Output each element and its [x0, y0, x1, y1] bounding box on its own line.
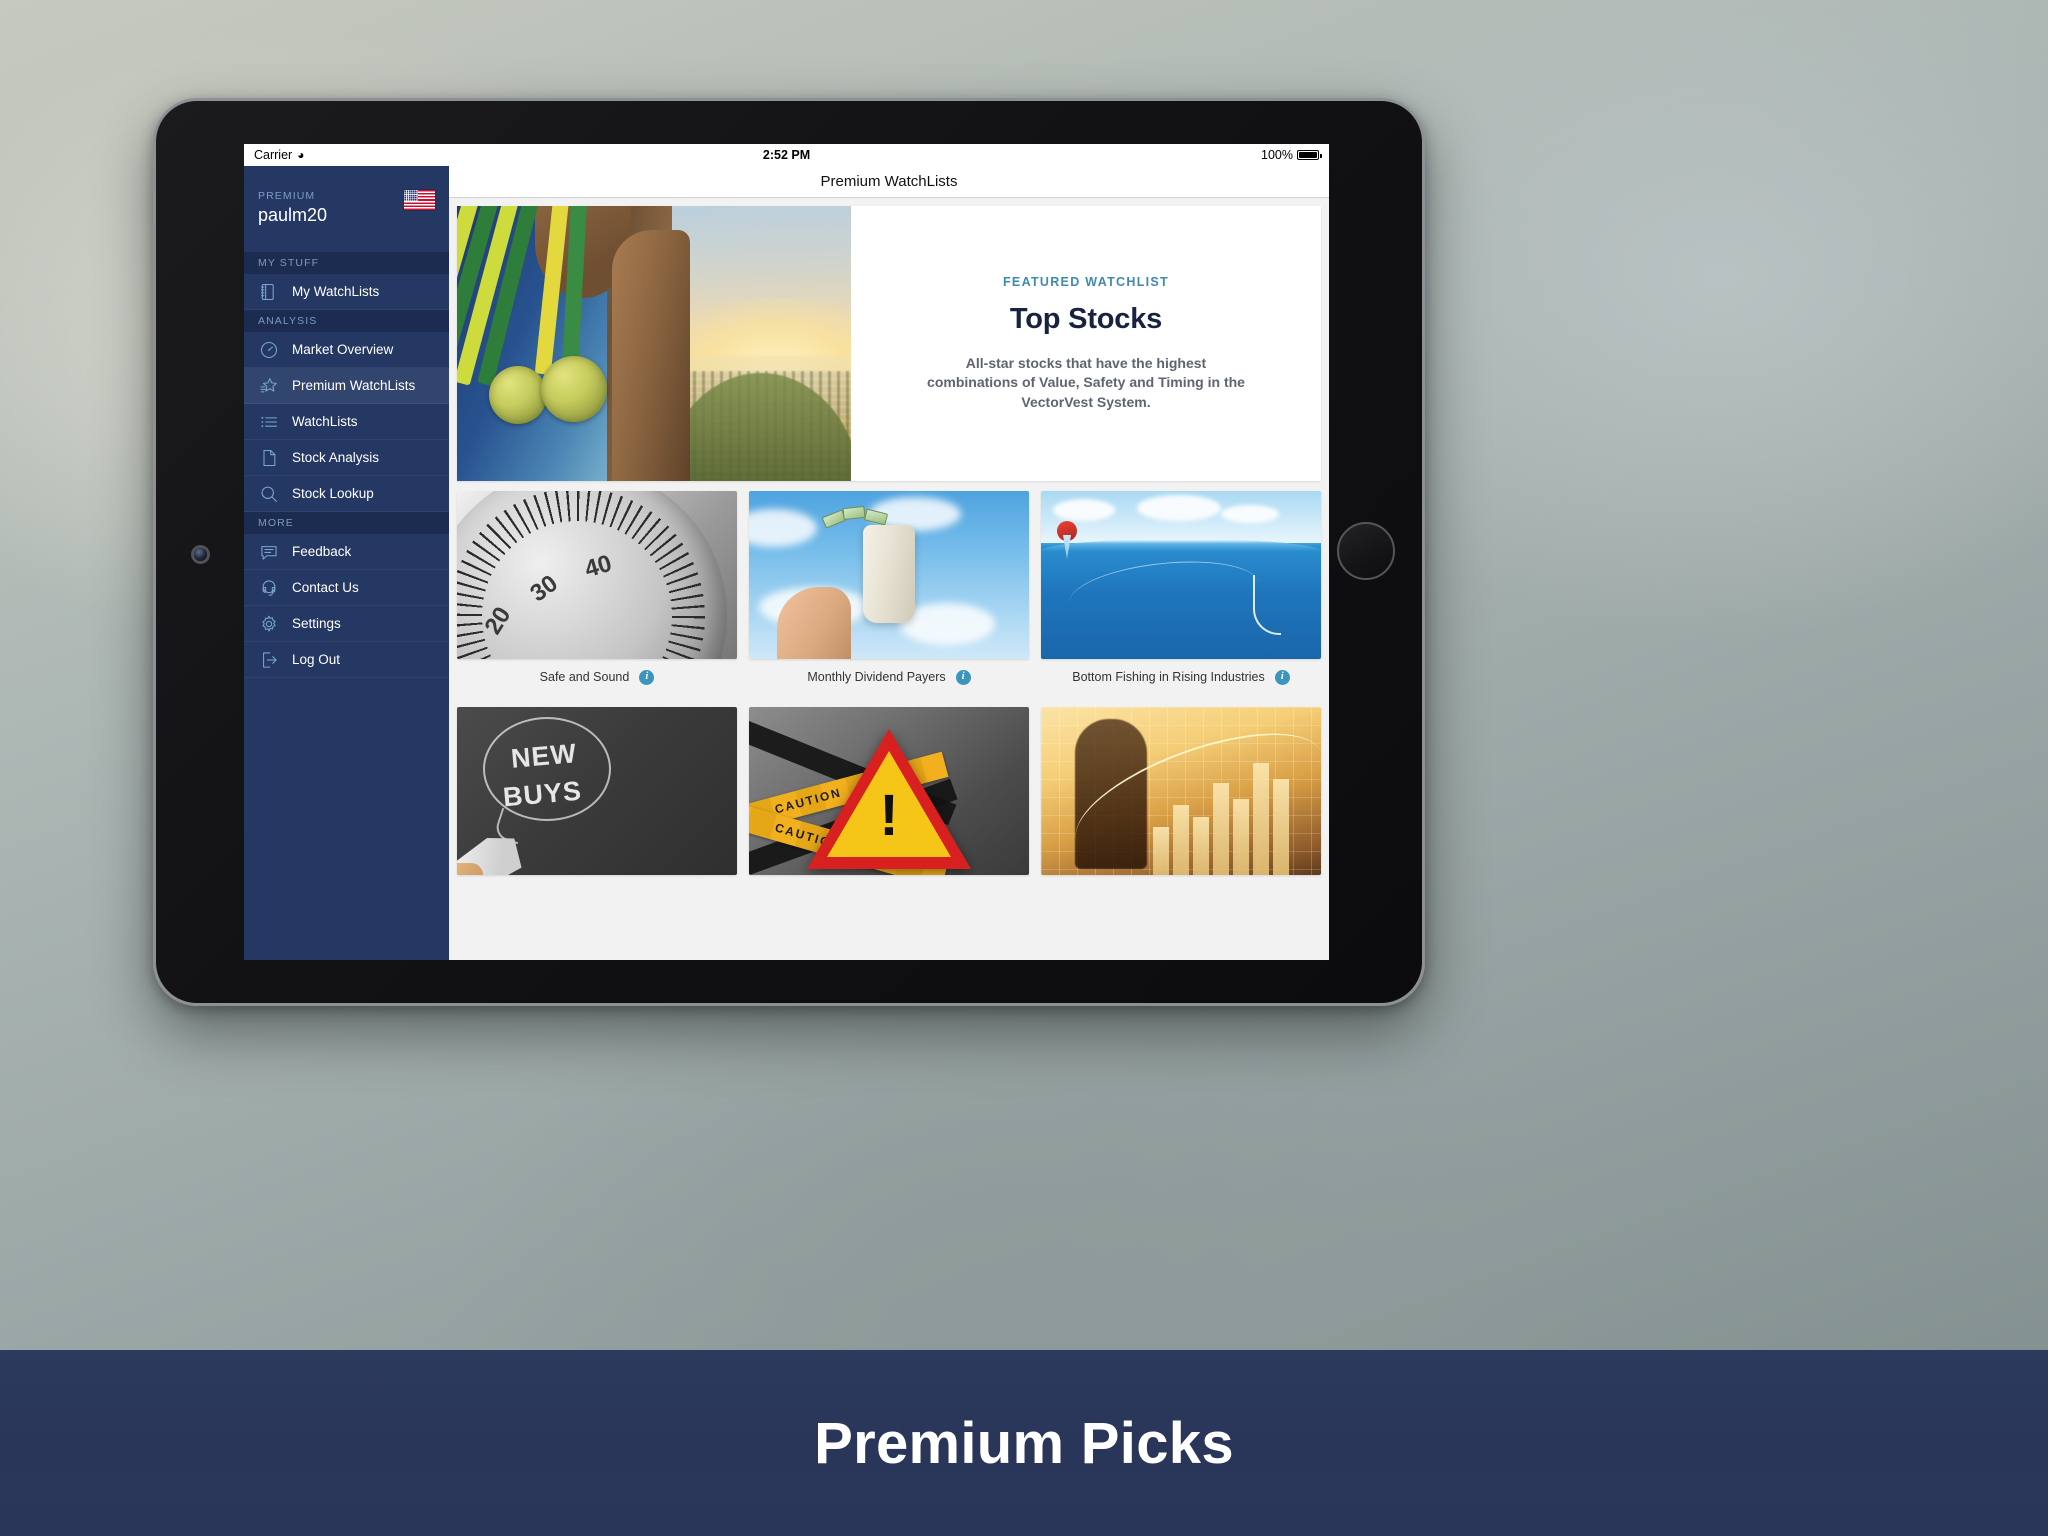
document-icon: [258, 447, 279, 468]
battery-percent-label: 100%: [1261, 148, 1293, 162]
scroll-content[interactable]: FEATURED WATCHLIST Top Stocks All-star s…: [449, 198, 1329, 960]
sidebar-item-label: Feedback: [292, 543, 352, 559]
tablet-screen: Carrier ◕ 2:52 PM 100% PREMIUM paulm20 M…: [244, 144, 1329, 960]
front-camera: [194, 548, 207, 561]
sidebar-item-label: Settings: [292, 615, 341, 631]
sidebar-item-label: Premium WatchLists: [292, 377, 416, 393]
featured-description: All-star stocks that have the highest co…: [927, 355, 1245, 410]
gauge-icon: [258, 339, 279, 360]
status-bar-time: 2:52 PM: [762, 148, 811, 162]
sidebar-item-market-overview[interactable]: Market Overview: [244, 332, 449, 368]
sidebar-item-contact-us[interactable]: Contact Us: [244, 570, 449, 606]
sidebar-filler: [244, 678, 449, 960]
sidebar: PREMIUM paulm20 MY STUFF My WatchLists ANA…: [244, 166, 449, 960]
sidebar-nav: MY STUFF My WatchLists ANALYSIS Market Over…: [244, 252, 449, 678]
caption-text: Premium Picks: [814, 1410, 1234, 1476]
sidebar-item-label: Log Out: [292, 651, 341, 667]
us-flag-icon: [404, 190, 435, 210]
new-buys-chalkboard-photo[interactable]: NEW BUYS: [457, 707, 737, 875]
chat-bubble-icon: [258, 541, 279, 562]
featured-watchlist-card[interactable]: FEATURED WATCHLIST Top Stocks All-star s…: [457, 206, 1321, 481]
featured-title: Top Stocks: [1009, 303, 1163, 336]
account-tier-label: PREMIUM: [258, 190, 316, 202]
watchlist-card-caption: Bottom Fishing in Rising Industries i: [1041, 659, 1321, 695]
sidebar-item-stock-analysis[interactable]: Stock Analysis: [244, 440, 449, 476]
sidebar-item-label: My WatchLists: [292, 283, 380, 299]
sidebar-item-stock-lookup[interactable]: Stock Lookup: [244, 476, 449, 512]
account-text: PREMIUM paulm20: [258, 190, 327, 226]
sidebar-item-label: Stock Analysis: [292, 449, 380, 465]
watchlist-card[interactable]: Bottom Fishing in Rising Industries i: [1041, 491, 1321, 695]
headset-agent-icon: [258, 577, 279, 598]
status-bar-right: 100%: [1261, 148, 1322, 162]
watchlist-cards-grid: 20 30 40 Safe and Sound i Monthly Dividend Pa…: [449, 481, 1329, 875]
businessman-rising-chart-photo[interactable]: [1041, 707, 1321, 875]
sidebar-item-premium-watchlists[interactable]: Premium WatchLists: [244, 368, 449, 404]
fishing-hook-underwater-photo[interactable]: [1041, 491, 1321, 659]
sidebar-item-my-watchlists[interactable]: My WatchLists: [244, 274, 449, 310]
watchlist-card-caption: Safe and Sound i: [457, 659, 737, 695]
sidebar-item-settings[interactable]: Settings: [244, 606, 449, 642]
battery-full-icon: [1297, 150, 1322, 160]
sidebar-item-label: Stock Lookup: [292, 485, 374, 501]
logout-icon: [258, 649, 279, 670]
account-username: paulm20: [258, 205, 328, 225]
bullet-list-icon: [258, 411, 279, 432]
sidebar-section-header: ANALYSIS: [244, 310, 449, 332]
sidebar-item-label: Contact Us: [292, 579, 359, 595]
featured-kicker: FEATURED WATCHLIST: [1003, 275, 1169, 290]
home-button[interactable]: [1337, 522, 1395, 580]
info-icon[interactable]: i: [639, 669, 655, 685]
sidebar-item-label: WatchLists: [292, 413, 358, 429]
watchlist-card-caption: Monthly Dividend Payers i: [749, 659, 1029, 695]
gear-icon: [258, 613, 279, 634]
sidebar-item-log-out[interactable]: Log Out: [244, 642, 449, 678]
watchlist-card[interactable]: [1041, 707, 1321, 875]
watchlist-card[interactable]: CAUTION CAUTION!: [749, 707, 1029, 875]
main-content: Premium WatchLists FEATURED WATCHLIST To…: [449, 166, 1329, 960]
page-title: Premium WatchLists: [820, 173, 958, 190]
featured-watchlist-text: FEATURED WATCHLIST Top Stocks All-star s…: [851, 206, 1321, 481]
caution-warning-sign-photo[interactable]: CAUTION CAUTION!: [749, 707, 1029, 875]
watchlist-card-label: Monthly Dividend Payers: [807, 670, 946, 684]
notebook-icon: [258, 281, 279, 302]
sidebar-item-label: Market Overview: [292, 341, 394, 357]
watchlist-card[interactable]: Monthly Dividend Payers i: [749, 491, 1029, 695]
caption-band: Premium Picks: [0, 1350, 2048, 1536]
app-body: PREMIUM paulm20 MY STUFF My WatchLists ANA…: [244, 166, 1329, 960]
sidebar-section-header: MY STUFF: [244, 252, 449, 274]
info-icon[interactable]: i: [955, 669, 971, 685]
status-bar: Carrier ◕ 2:52 PM 100%: [244, 144, 1329, 166]
sidebar-item-watchlists[interactable]: WatchLists: [244, 404, 449, 440]
info-icon[interactable]: i: [1274, 669, 1290, 685]
account-block[interactable]: PREMIUM paulm20: [244, 166, 449, 252]
featured-watchlist-image: [457, 206, 851, 481]
watchlist-card[interactable]: NEW BUYS: [457, 707, 737, 875]
nav-bar: Premium WatchLists: [449, 166, 1329, 198]
watchlist-card-label: Bottom Fishing in Rising Industries: [1072, 670, 1265, 684]
sidebar-item-feedback[interactable]: Feedback: [244, 534, 449, 570]
sidebar-section-header: MORE: [244, 512, 449, 534]
money-bag-on-hand-photo[interactable]: [749, 491, 1029, 659]
watchlist-card-label: Safe and Sound: [539, 670, 630, 684]
watchlist-card[interactable]: 20 30 40 Safe and Sound i: [457, 491, 737, 695]
tablet-device-frame: Carrier ◕ 2:52 PM 100% PREMIUM paulm20 M…: [153, 98, 1425, 1006]
safe-dial-photo[interactable]: 20 30 40: [457, 491, 737, 659]
search-icon: [258, 483, 279, 504]
star-list-icon: [258, 375, 279, 396]
